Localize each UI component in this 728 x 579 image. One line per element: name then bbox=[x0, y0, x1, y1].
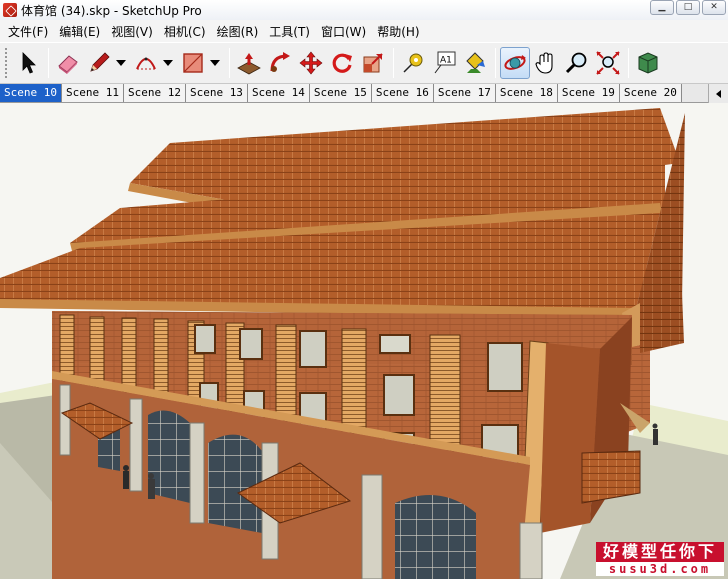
menu-window[interactable]: 窗口(W) bbox=[317, 23, 373, 40]
zoom-extents-tool-button[interactable] bbox=[593, 47, 623, 79]
move-tool-button[interactable] bbox=[296, 47, 326, 79]
pencil-tool-button[interactable] bbox=[84, 47, 114, 79]
arc-icon bbox=[136, 57, 156, 70]
scene-tabs: Scene 10 Scene 11 Scene 12 Scene 13 Scen… bbox=[0, 84, 728, 103]
menu-help[interactable]: 帮助(H) bbox=[373, 23, 426, 40]
cube-view-button[interactable] bbox=[633, 47, 663, 79]
sketchup-logo-icon bbox=[3, 3, 17, 17]
menu-edit[interactable]: 编辑(E) bbox=[55, 23, 107, 40]
chevron-down-icon bbox=[210, 60, 220, 66]
cube-icon bbox=[638, 52, 658, 74]
tabs-scroll-left-button[interactable] bbox=[708, 84, 728, 103]
toolbar-grip[interactable] bbox=[4, 47, 9, 79]
tab-scene-10[interactable]: Scene 10 bbox=[0, 84, 62, 102]
tab-scene-16[interactable]: Scene 16 bbox=[371, 84, 434, 102]
toolbar-separator bbox=[628, 48, 629, 78]
watermark-slogan: 好模型任你下 bbox=[596, 542, 724, 562]
follow-me-tool-button[interactable] bbox=[265, 47, 295, 79]
window-controls: ▁ □ ✕ bbox=[650, 0, 726, 15]
chevron-down-icon bbox=[116, 60, 126, 66]
zoom-tool-button[interactable] bbox=[562, 47, 592, 79]
tab-scene-15[interactable]: Scene 15 bbox=[309, 84, 372, 102]
move-icon bbox=[299, 51, 323, 75]
rotate-icon bbox=[332, 53, 352, 73]
building-render bbox=[0, 103, 728, 579]
tab-scene-19[interactable]: Scene 19 bbox=[557, 84, 620, 102]
rectangle-icon bbox=[183, 53, 203, 73]
tab-scene-13[interactable]: Scene 13 bbox=[185, 84, 248, 102]
toolbar-separator bbox=[229, 48, 230, 78]
text-tool-button[interactable]: A1 bbox=[429, 47, 459, 79]
menu-camera[interactable]: 相机(C) bbox=[160, 23, 213, 40]
chevron-left-icon bbox=[716, 89, 721, 98]
eraser-icon bbox=[58, 55, 78, 74]
main-toolbar: A1 bbox=[0, 42, 728, 84]
pencil-icon bbox=[90, 52, 110, 72]
menu-draw[interactable]: 绘图(R) bbox=[213, 23, 266, 40]
scale-tool-button[interactable] bbox=[358, 47, 388, 79]
pencil-dropdown[interactable] bbox=[115, 47, 127, 79]
toolbar-separator bbox=[495, 48, 496, 78]
minimize-button[interactable]: ▁ bbox=[650, 0, 674, 15]
paint-bucket-icon bbox=[466, 52, 485, 73]
zoom-icon bbox=[565, 52, 587, 74]
tab-scene-17[interactable]: Scene 17 bbox=[433, 84, 496, 102]
push-pull-icon bbox=[237, 53, 261, 75]
tab-scene-12[interactable]: Scene 12 bbox=[123, 84, 186, 102]
rectangle-dropdown[interactable] bbox=[209, 47, 221, 79]
orbit-icon bbox=[504, 55, 526, 70]
arc-tool-button[interactable] bbox=[131, 47, 161, 79]
toolbar-separator bbox=[393, 48, 394, 78]
tab-scene-14[interactable]: Scene 14 bbox=[247, 84, 310, 102]
orbit-tool-button[interactable] bbox=[500, 47, 530, 79]
title-bar: 体育馆 (34).skp - SketchUp Pro ▁ □ ✕ bbox=[0, 0, 728, 20]
model-viewport[interactable]: 好模型任你下 susu3d.com bbox=[0, 103, 728, 579]
toolbar-separator bbox=[48, 48, 49, 78]
tab-scene-18[interactable]: Scene 18 bbox=[495, 84, 558, 102]
window-title: 体育馆 (34).skp - SketchUp Pro bbox=[21, 3, 202, 18]
pan-icon bbox=[535, 52, 553, 74]
pan-tool-button[interactable] bbox=[531, 47, 561, 79]
menu-view[interactable]: 视图(V) bbox=[107, 23, 160, 40]
paint-bucket-tool-button[interactable] bbox=[460, 47, 490, 79]
select-icon bbox=[22, 52, 36, 74]
follow-me-icon bbox=[270, 52, 290, 72]
maximize-button[interactable]: □ bbox=[676, 0, 700, 15]
rectangle-tool-button[interactable] bbox=[178, 47, 208, 79]
text-tool-label: A1 bbox=[440, 56, 452, 66]
tape-measure-tool-button[interactable] bbox=[398, 47, 428, 79]
watermark-url: susu3d.com bbox=[596, 562, 724, 576]
select-tool-button[interactable] bbox=[13, 47, 43, 79]
rotate-tool-button[interactable] bbox=[327, 47, 357, 79]
zoom-extents-icon bbox=[596, 51, 620, 75]
eraser-tool-button[interactable] bbox=[53, 47, 83, 79]
chevron-down-icon bbox=[163, 60, 173, 66]
menu-bar: 文件(F) 编辑(E) 视图(V) 相机(C) 绘图(R) 工具(T) 窗口(W… bbox=[0, 20, 728, 42]
tape-measure-icon bbox=[403, 53, 423, 73]
site-watermark: 好模型任你下 susu3d.com bbox=[596, 542, 724, 576]
scale-icon bbox=[363, 53, 383, 73]
menu-file[interactable]: 文件(F) bbox=[4, 23, 55, 40]
arc-dropdown[interactable] bbox=[162, 47, 174, 79]
tab-scene-11[interactable]: Scene 11 bbox=[61, 84, 124, 102]
text-icon: A1 bbox=[434, 51, 456, 74]
close-button[interactable]: ✕ bbox=[702, 0, 726, 15]
push-pull-tool-button[interactable] bbox=[234, 47, 264, 79]
menu-tools[interactable]: 工具(T) bbox=[265, 23, 317, 40]
tab-scene-20[interactable]: Scene 20 bbox=[619, 84, 682, 102]
